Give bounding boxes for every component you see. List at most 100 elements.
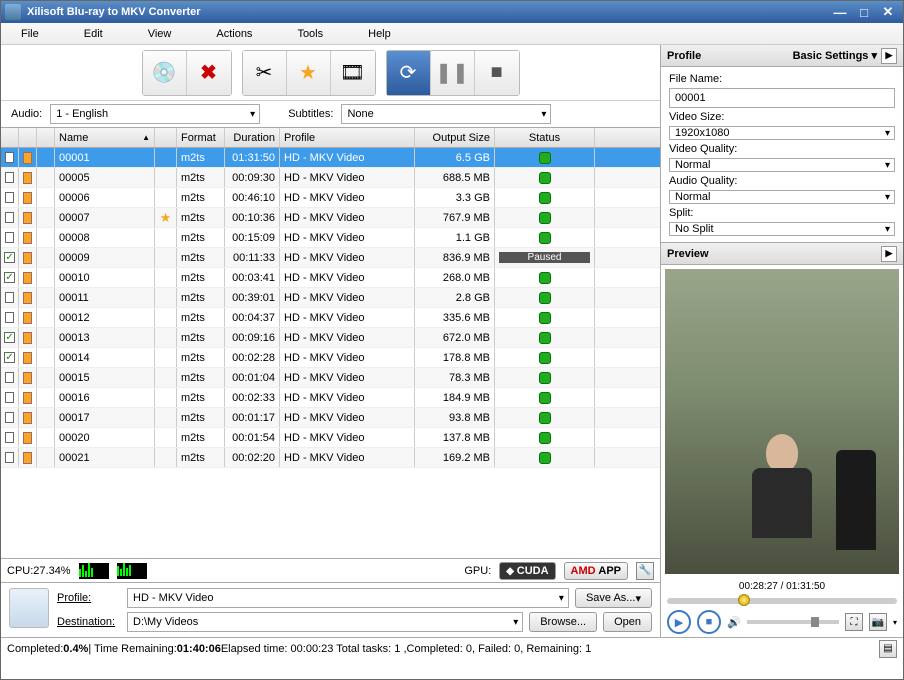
menu-view[interactable]: View — [148, 28, 172, 40]
effects-button[interactable]: ★ — [287, 51, 331, 95]
menu-edit[interactable]: Edit — [84, 28, 103, 40]
cut-button[interactable]: ✂ — [243, 51, 287, 95]
close-button[interactable]: ✕ — [877, 5, 899, 19]
browse-button[interactable]: Browse... — [529, 612, 597, 632]
table-row[interactable]: 00015m2ts00:01:04HD - MKV Video78.3 MB — [1, 368, 660, 388]
cell-size: 178.8 MB — [415, 348, 495, 367]
row-checkbox[interactable] — [5, 232, 14, 243]
gpu-settings-button[interactable]: 🔧 — [636, 562, 654, 580]
col-header[interactable]: Format — [177, 128, 225, 147]
maximize-button[interactable]: □ — [853, 5, 875, 19]
col-header[interactable]: Status — [495, 128, 595, 147]
play-button[interactable]: ▶ — [667, 610, 691, 634]
col-header[interactable]: Duration — [225, 128, 280, 147]
table-row[interactable]: 00013m2ts00:09:16HD - MKV Video672.0 MB — [1, 328, 660, 348]
destination-select[interactable]: D:\My Videos — [127, 612, 523, 632]
minimize-button[interactable]: — — [829, 5, 851, 19]
row-checkbox[interactable] — [4, 332, 14, 343]
open-disc-button[interactable]: 💿 — [143, 51, 187, 95]
split-select[interactable]: No Split — [669, 222, 895, 236]
videosize-select[interactable]: 1920x1080 — [669, 126, 895, 140]
preview-expand-button[interactable]: ▶ — [881, 246, 897, 262]
film-icon — [23, 392, 32, 404]
table-row[interactable]: 00012m2ts00:04:37HD - MKV Video335.6 MB — [1, 308, 660, 328]
table-row[interactable]: 00021m2ts00:02:20HD - MKV Video169.2 MB — [1, 448, 660, 468]
table-row[interactable]: 00017m2ts00:01:17HD - MKV Video93.8 MB — [1, 408, 660, 428]
profile-select[interactable]: HD - MKV Video — [127, 588, 569, 608]
add-profile-button[interactable]: 🎞 — [331, 51, 375, 95]
videoqual-select[interactable]: Normal — [669, 158, 895, 172]
pause-button[interactable]: ❚❚ — [431, 51, 475, 95]
table-row[interactable]: 00007★m2ts00:10:36HD - MKV Video767.9 MB — [1, 208, 660, 228]
cell-name: 00017 — [55, 408, 155, 427]
audio-select[interactable]: 1 - English — [50, 104, 260, 124]
col-header[interactable] — [155, 128, 177, 147]
table-row[interactable]: 00006m2ts00:46:10HD - MKV Video3.3 GB — [1, 188, 660, 208]
table-row[interactable]: 00016m2ts00:02:33HD - MKV Video184.9 MB — [1, 388, 660, 408]
row-checkbox[interactable] — [5, 192, 14, 203]
table-row[interactable]: 00010m2ts00:03:41HD - MKV Video268.0 MB — [1, 268, 660, 288]
row-checkbox[interactable] — [4, 252, 14, 263]
col-header[interactable] — [37, 128, 55, 147]
row-checkbox[interactable] — [5, 432, 14, 443]
fullscreen-button[interactable]: ⛶ — [845, 613, 863, 631]
gpu-label: GPU: — [464, 565, 491, 577]
cell-duration: 00:46:10 — [225, 188, 280, 207]
row-checkbox[interactable] — [5, 212, 14, 223]
stop-preview-button[interactable]: ■ — [697, 610, 721, 634]
cell-size: 184.9 MB — [415, 388, 495, 407]
audioqual-select[interactable]: Normal — [669, 190, 895, 204]
table-row[interactable]: 00005m2ts00:09:30HD - MKV Video688.5 MB — [1, 168, 660, 188]
col-header[interactable]: Output Size — [415, 128, 495, 147]
snapshot-menu-button[interactable]: ▾ — [893, 618, 897, 627]
cell-size: 335.6 MB — [415, 308, 495, 327]
col-header[interactable] — [1, 128, 19, 147]
row-checkbox[interactable] — [5, 152, 14, 163]
preview-slider[interactable] — [667, 598, 897, 604]
row-checkbox[interactable] — [5, 372, 14, 383]
table-row[interactable]: 00014m2ts00:02:28HD - MKV Video178.8 MB — [1, 348, 660, 368]
cpu-graph-1 — [79, 563, 109, 579]
cell-duration: 00:09:16 — [225, 328, 280, 347]
convert-button[interactable]: ⟳ — [387, 51, 431, 95]
row-checkbox[interactable] — [5, 452, 14, 463]
row-checkbox[interactable] — [5, 312, 14, 323]
snapshot-button[interactable]: 📷 — [869, 613, 887, 631]
amd-button[interactable]: AMD APP — [564, 562, 628, 580]
table-row[interactable]: 00009m2ts00:11:33HD - MKV Video836.9 MBP… — [1, 248, 660, 268]
stop-button[interactable]: ■ — [475, 51, 519, 95]
preview-video[interactable] — [665, 269, 899, 574]
table-row[interactable]: 00001m2ts01:31:50HD - MKV Video6.5 GB — [1, 148, 660, 168]
panel-expand-button[interactable]: ▶ — [881, 48, 897, 64]
cell-format: m2ts — [177, 348, 225, 367]
col-header[interactable]: Name ▲ — [55, 128, 155, 147]
cell-size: 93.8 MB — [415, 408, 495, 427]
volume-icon[interactable]: 🔊 — [727, 616, 741, 629]
row-checkbox[interactable] — [4, 352, 14, 363]
log-button[interactable]: ▤ — [879, 640, 897, 658]
table-row[interactable]: 00008m2ts00:15:09HD - MKV Video1.1 GB — [1, 228, 660, 248]
settings-mode[interactable]: Basic Settings ▾ — [793, 49, 877, 62]
row-checkbox[interactable] — [4, 272, 14, 283]
row-checkbox[interactable] — [5, 412, 14, 423]
filename-input[interactable] — [669, 88, 895, 108]
menu-help[interactable]: Help — [368, 28, 391, 40]
subtitles-select[interactable]: None — [341, 104, 551, 124]
row-checkbox[interactable] — [5, 172, 14, 183]
table-row[interactable]: 00011m2ts00:39:01HD - MKV Video2.8 GB — [1, 288, 660, 308]
remove-button[interactable]: ✖ — [187, 51, 231, 95]
menu-tools[interactable]: Tools — [297, 28, 323, 40]
save-as-button[interactable]: Save As... ▾ — [575, 588, 652, 608]
cell-duration: 00:09:30 — [225, 168, 280, 187]
open-button[interactable]: Open — [603, 612, 652, 632]
table-row[interactable]: 00020m2ts00:01:54HD - MKV Video137.8 MB — [1, 428, 660, 448]
menu-file[interactable]: File — [21, 28, 39, 40]
cuda-button[interactable]: ◆ CUDA — [499, 562, 555, 580]
col-header[interactable] — [19, 128, 37, 147]
film-icon — [23, 272, 32, 284]
row-checkbox[interactable] — [5, 392, 14, 403]
col-header[interactable]: Profile — [280, 128, 415, 147]
volume-slider[interactable] — [747, 620, 839, 624]
row-checkbox[interactable] — [5, 292, 14, 303]
menu-actions[interactable]: Actions — [216, 28, 252, 40]
